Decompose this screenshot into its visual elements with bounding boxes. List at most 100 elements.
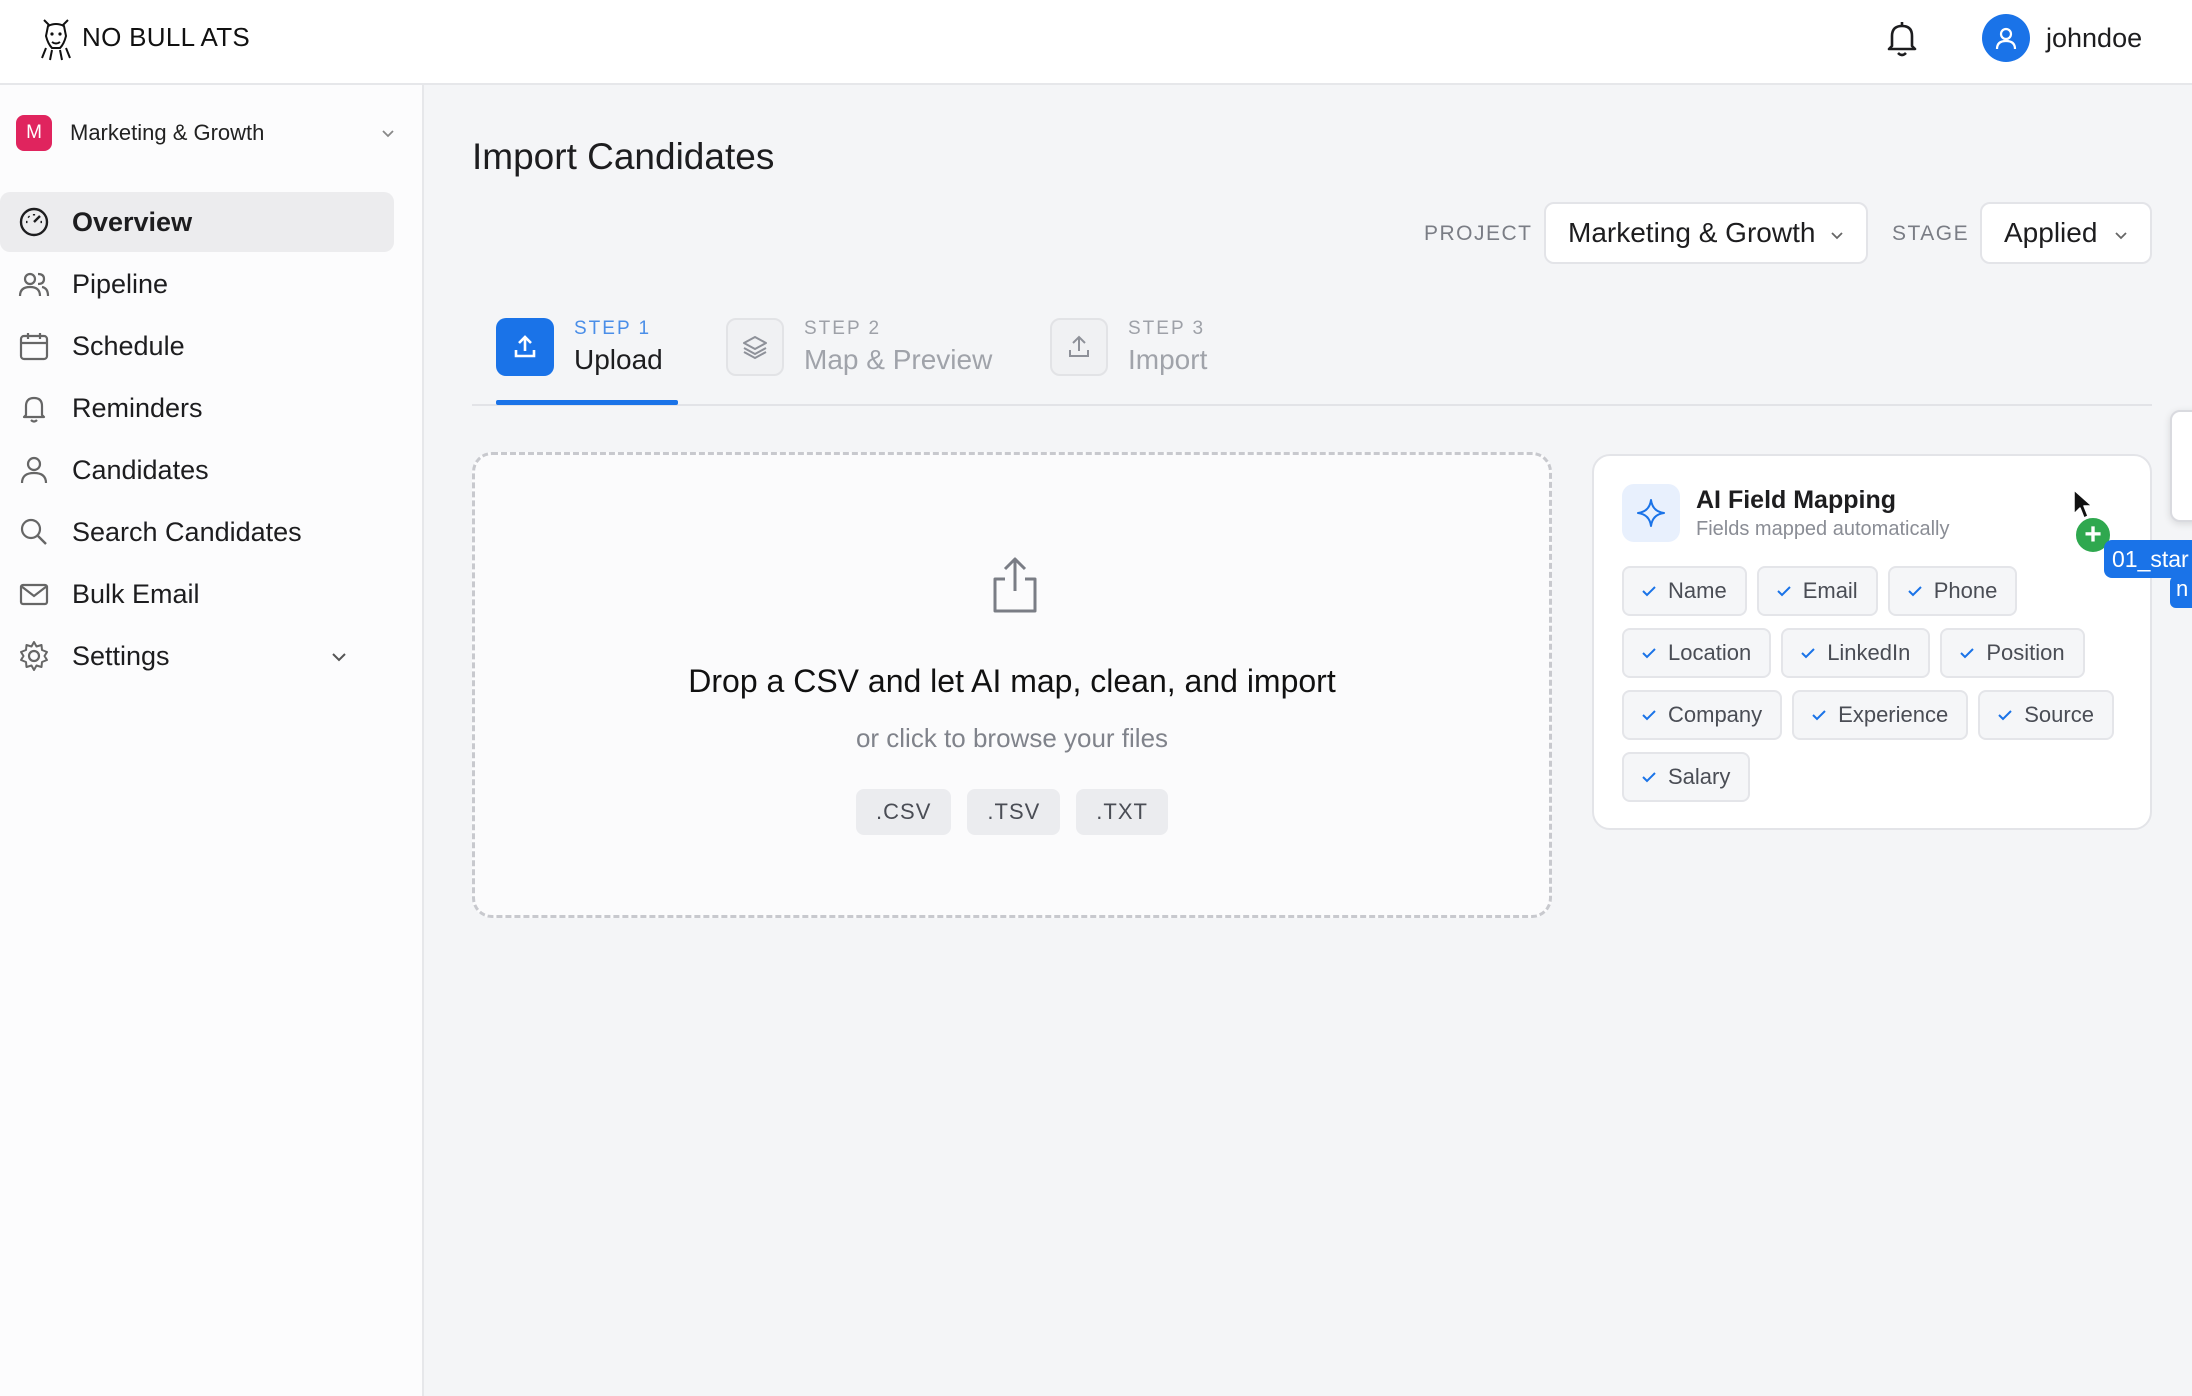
- search-icon: [16, 514, 52, 550]
- extension-badge: .CSV: [856, 789, 952, 835]
- step-name: Upload: [574, 344, 663, 375]
- field-chip-label: LinkedIn: [1827, 640, 1911, 665]
- ai-card-subtitle: Fields mapped automatically: [1696, 518, 1950, 540]
- file-dropzone[interactable]: Drop a CSV and let AI map, clean, and im…: [472, 452, 1552, 918]
- stage-label: STAGE: [1892, 222, 1970, 245]
- field-chip: Location: [1622, 628, 1772, 678]
- avatar: [1982, 14, 2030, 62]
- step-name: Map & Preview: [804, 344, 993, 375]
- app-logo[interactable]: NO BULL ATS: [34, 12, 250, 62]
- bull-logo-icon: [41, 19, 71, 61]
- chevron-down-icon[interactable]: [328, 646, 350, 668]
- sidebar-item-search-candidates[interactable]: Search Candidates: [0, 502, 394, 562]
- sidebar-item-reminders[interactable]: Reminders: [0, 378, 394, 438]
- field-chip-label: Location: [1668, 640, 1752, 665]
- sidebar-item-pipeline[interactable]: Pipeline: [0, 254, 394, 314]
- sparkle-icon: [1622, 484, 1680, 542]
- check-icon: [1998, 710, 2012, 721]
- username: johndoe: [2046, 22, 2143, 53]
- sidebar-item-settings[interactable]: Settings: [0, 626, 394, 686]
- dropzone-subtitle[interactable]: or click to browse your files: [475, 723, 1549, 754]
- workspace-name: Marketing & Growth: [70, 120, 265, 145]
- field-chip: Phone: [1887, 566, 2018, 616]
- sidebar-item-label: Reminders: [72, 392, 203, 423]
- sidebar-nav: Overview Pipeline Schedule Reminders Can…: [0, 192, 424, 688]
- share-upload-icon: [993, 557, 1037, 613]
- mapped-fields: Name Email Phone Location LinkedIn Posit…: [1622, 566, 2142, 802]
- field-chip-label: Name: [1668, 578, 1727, 603]
- chevron-down-icon: [382, 130, 394, 138]
- check-icon: [1776, 586, 1791, 597]
- mail-icon: [16, 576, 52, 612]
- app-name: NO BULL ATS: [82, 21, 251, 52]
- check-icon: [1801, 648, 1815, 659]
- project-label: PROJECT: [1424, 222, 1533, 245]
- step-import[interactable]: STEP 3 Import: [1050, 318, 1207, 376]
- check-icon: [1642, 710, 1656, 721]
- extension-badge: .TSV: [967, 789, 1061, 835]
- sidebar-item-overview[interactable]: Overview: [0, 192, 394, 252]
- field-chip: Salary: [1622, 752, 1751, 802]
- sidebar-item-label: Settings: [72, 640, 170, 671]
- check-icon: [1642, 648, 1656, 659]
- step-upload[interactable]: STEP 1 Upload: [496, 318, 663, 376]
- field-chip: Experience: [1792, 690, 1969, 740]
- step-number: STEP 3: [1128, 318, 1206, 339]
- step-map-preview[interactable]: STEP 2 Map & Preview: [726, 318, 992, 376]
- field-chip: Name: [1622, 566, 1747, 616]
- gear-icon: [16, 638, 52, 674]
- field-chip: Email: [1756, 566, 1878, 616]
- calendar-icon: [16, 328, 52, 364]
- sidebar-item-label: Schedule: [72, 330, 185, 361]
- sidebar-item-schedule[interactable]: Schedule: [0, 316, 394, 376]
- sidebar-item-label: Bulk Email: [72, 578, 200, 609]
- layers-icon: [726, 318, 784, 376]
- users-icon: [16, 266, 52, 302]
- check-icon: [1642, 772, 1656, 783]
- chevron-down-icon: [2115, 232, 2127, 240]
- gauge-icon: [16, 204, 52, 240]
- field-chip: Position: [1940, 628, 2085, 678]
- stage-select[interactable]: Applied: [1980, 202, 2152, 264]
- notifications-bell-icon[interactable]: [1880, 16, 1924, 60]
- field-chip-label: Position: [1986, 640, 2065, 665]
- project-select-value: Marketing & Growth: [1568, 217, 1816, 248]
- check-icon: [1907, 586, 1922, 597]
- ai-field-mapping-card: AI Field Mapping Fields mapped automatic…: [1592, 454, 2152, 830]
- field-chip-label: Phone: [1933, 578, 1998, 603]
- sidebar-item-label: Pipeline: [72, 268, 169, 299]
- ai-card-title: AI Field Mapping: [1696, 486, 1896, 514]
- extension-badge: .TXT: [1076, 789, 1168, 835]
- user-icon: [16, 452, 52, 488]
- field-chip-label: Email: [1802, 578, 1858, 603]
- field-chip-label: Source: [2024, 702, 2094, 727]
- page-title: Import Candidates: [472, 136, 775, 177]
- dropzone-title: Drop a CSV and let AI map, clean, and im…: [688, 663, 1336, 699]
- stage-select-value: Applied: [2004, 217, 2098, 248]
- field-chip: Company: [1622, 690, 1783, 740]
- dragged-file-preview: [2170, 410, 2192, 522]
- dragged-file-name-line2: n: [2170, 576, 2192, 608]
- field-chip: LinkedIn: [1781, 628, 1931, 678]
- step-number: STEP 1: [574, 318, 652, 339]
- check-icon: [1642, 586, 1656, 597]
- sidebar-item-bulk-email[interactable]: Bulk Email: [0, 564, 394, 624]
- user-menu[interactable]: johndoe: [1982, 14, 2142, 62]
- allowed-extensions: .CSV .TSV .TXT: [475, 789, 1549, 835]
- project-select[interactable]: Marketing & Growth: [1544, 202, 1868, 264]
- check-icon: [1812, 710, 1826, 721]
- dragged-file-name: 01_star: [2104, 540, 2192, 578]
- check-icon: [1960, 648, 1975, 659]
- user-avatar-icon: [1995, 27, 2017, 50]
- workspace-badge: M: [16, 115, 52, 151]
- import-steps: STEP 1 Upload STEP 2 Map & Preview STEP …: [472, 300, 2152, 406]
- sidebar-item-label: Search Candidates: [72, 516, 302, 547]
- field-chip-label: Company: [1668, 702, 1763, 727]
- bell-icon: [16, 390, 52, 426]
- sidebar-item-candidates[interactable]: Candidates: [0, 440, 394, 500]
- top-bar: NO BULL ATS johndoe: [0, 0, 2192, 85]
- workspace-switcher[interactable]: M Marketing & Growth: [16, 113, 398, 153]
- sidebar-item-label: Overview: [72, 206, 193, 237]
- step-number: STEP 2: [804, 318, 882, 339]
- upload-icon: [496, 318, 554, 376]
